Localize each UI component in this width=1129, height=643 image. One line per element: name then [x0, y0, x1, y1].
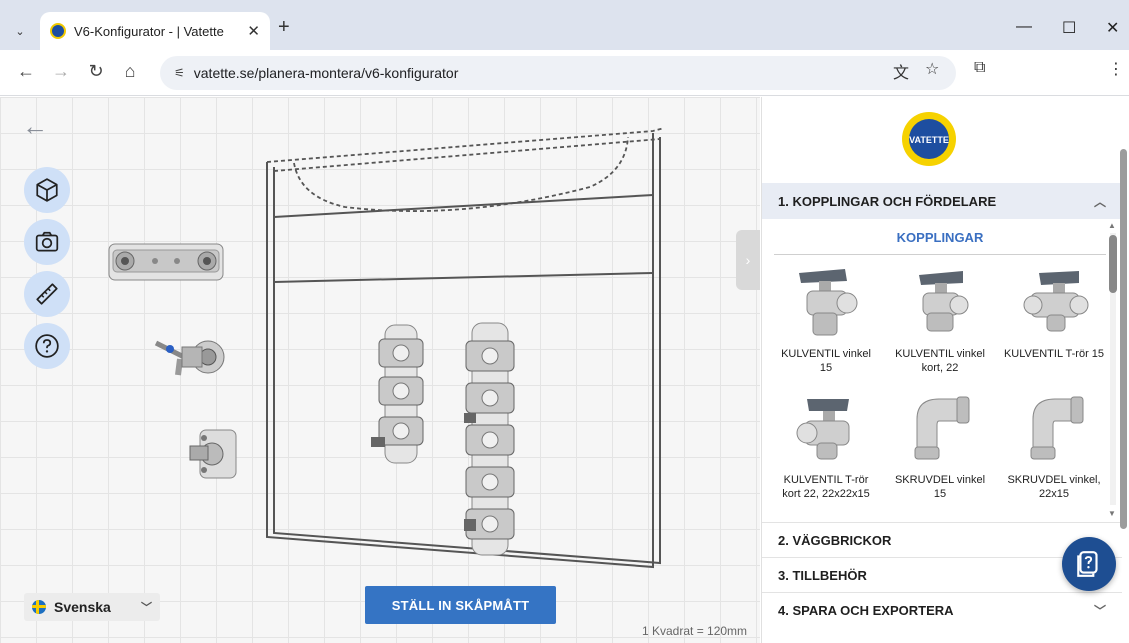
forward-icon[interactable]: →: [49, 61, 73, 82]
section-accessories-label: 3. TILLBEHÖR: [778, 567, 867, 583]
screw-union-angle-icon: [914, 396, 970, 460]
product-card[interactable]: KULVENTIL T-rör 15: [1002, 263, 1106, 361]
configurator-canvas[interactable]: ← › Svenska ﹀ STÄLL IN SKÅPMÅTT 1 Kvadra…: [0, 97, 760, 643]
product-card[interactable]: KULVENTIL vinkel kort, 22: [888, 263, 992, 375]
scroll-thumb[interactable]: [1109, 235, 1117, 293]
3d-view-button[interactable]: [24, 167, 70, 213]
browser-toolbar: ← → ↻ ⌂ ⚟ vatette.se/planera-montera/v6-…: [0, 50, 1129, 96]
camera-icon: [35, 231, 59, 252]
cabinet-outline: [266, 133, 661, 569]
product-label: KULVENTIL T-rör 15: [1003, 348, 1105, 360]
cabinet-scene: [108, 127, 665, 569]
ball-valve-tee-icon: [1023, 271, 1089, 332]
section-save-export-label: 4. SPARA OCH EXPORTERA: [778, 602, 954, 618]
section-couplings-header[interactable]: 1. KOPPLINGAR OCH FÖRDELARE ︿: [762, 183, 1122, 219]
category-heading: KOPPLINGAR: [774, 227, 1106, 255]
back-arrow-icon[interactable]: ←: [22, 111, 48, 142]
manifold-3-part: [371, 324, 424, 464]
panel-collapse-chevron-icon[interactable]: ›: [736, 230, 760, 290]
chevron-up-icon: ︿: [1093, 194, 1106, 209]
close-window-icon[interactable]: ✕: [1106, 18, 1119, 38]
product-label: KULVENTIL T-rör kort 22, 22x22x15: [782, 474, 870, 500]
new-tab-button[interactable]: +: [278, 16, 290, 39]
site-info-icon[interactable]: ⚟: [174, 66, 185, 80]
ball-valve-angle-short-icon: [919, 271, 969, 332]
page-scroll-thumb[interactable]: [1120, 149, 1127, 529]
section-save-export-header[interactable]: 4. SPARA OCH EXPORTERA ﹀: [762, 592, 1122, 627]
product-card[interactable]: SKRUVDEL vinkel 15: [888, 389, 992, 501]
tab-title: V6-Konfigurator - | Vatette: [74, 23, 224, 39]
product-card[interactable]: SKRUVDEL vinkel, 22x15: [1002, 389, 1106, 501]
logo-text: VATETTE: [909, 135, 949, 145]
screenshot-button[interactable]: [24, 219, 70, 265]
maximize-window-icon[interactable]: ☐: [1062, 18, 1076, 38]
plate-coupling-part: [189, 429, 237, 479]
grid-scale-note: 1 Kvadrat = 120mm: [642, 624, 748, 638]
browser-tab-strip: ⌄ V6-Konfigurator - | Vatette ✕ + — ☐ ✕: [0, 0, 1129, 50]
chevron-down-icon: ﹀: [1093, 603, 1106, 618]
scroll-up-icon[interactable]: ▲: [1108, 221, 1116, 230]
screw-union-angle-22-icon: [1030, 396, 1084, 460]
ball-valve-angle-icon: [799, 269, 858, 336]
set-cabinet-size-button[interactable]: STÄLL IN SKÅPMÅTT: [365, 586, 556, 624]
product-card[interactable]: KULVENTIL T-rör kort 22, 22x22x15: [774, 389, 878, 501]
vatette-favicon-icon: [50, 23, 66, 39]
product-card[interactable]: KULVENTIL vinkel 15: [774, 263, 878, 375]
chevron-down-icon: ﹀: [141, 602, 152, 614]
scroll-down-icon[interactable]: ▼: [1108, 509, 1116, 518]
ball-valve-tee-short-icon: [796, 399, 850, 460]
back-icon[interactable]: ←: [14, 61, 38, 82]
language-label: Svenska: [54, 599, 111, 615]
measure-button[interactable]: [24, 271, 70, 317]
cube-icon: [36, 178, 58, 202]
close-tab-icon[interactable]: ✕: [247, 22, 260, 40]
reload-icon[interactable]: ↻: [84, 61, 108, 82]
product-label: KULVENTIL vinkel kort, 22: [895, 348, 985, 374]
help-button[interactable]: [24, 323, 70, 369]
manifold-5-part: [464, 322, 515, 556]
sweden-flag-icon: [32, 600, 46, 614]
wall-bracket-part: [108, 243, 224, 281]
product-list-scrollbar[interactable]: ▲ ▼: [1108, 221, 1117, 518]
url-text: vatette.se/planera-montera/v6-konfigurat…: [193, 65, 459, 81]
product-label: KULVENTIL vinkel 15: [781, 348, 871, 374]
product-label: SKRUVDEL vinkel 15: [894, 474, 986, 500]
section-wall-plates-label: 2. VÄGGBRICKOR: [778, 532, 892, 548]
vatette-logo: VATETTE: [901, 111, 957, 167]
question-icon: [35, 334, 59, 358]
page-scrollbar[interactable]: [1118, 97, 1129, 643]
tap-valve-part: [154, 340, 225, 376]
language-select[interactable]: Svenska ﹀: [24, 593, 160, 621]
address-bar[interactable]: ⚟ vatette.se/planera-montera/v6-konfigur…: [160, 56, 956, 90]
minimize-window-icon[interactable]: —: [1016, 18, 1032, 36]
section-couplings-label: 1. KOPPLINGAR OCH FÖRDELARE: [778, 193, 997, 209]
translate-icon[interactable]: 文: [893, 59, 909, 83]
product-label: SKRUVDEL vinkel, 22x15: [1007, 474, 1101, 500]
bookmark-star-icon[interactable]: ☆: [925, 59, 939, 79]
help-chat-button[interactable]: [1062, 537, 1116, 591]
ruler-icon: [36, 283, 58, 305]
tab-search-chevron-icon[interactable]: ⌄: [8, 19, 32, 43]
help-document-icon: [1077, 551, 1098, 577]
browser-menu-icon[interactable]: ⋮: [1108, 59, 1124, 79]
home-icon[interactable]: ⌂: [118, 61, 142, 82]
extensions-icon[interactable]: ⧉: [974, 59, 985, 77]
browser-tab[interactable]: V6-Konfigurator - | Vatette ✕: [40, 12, 270, 50]
